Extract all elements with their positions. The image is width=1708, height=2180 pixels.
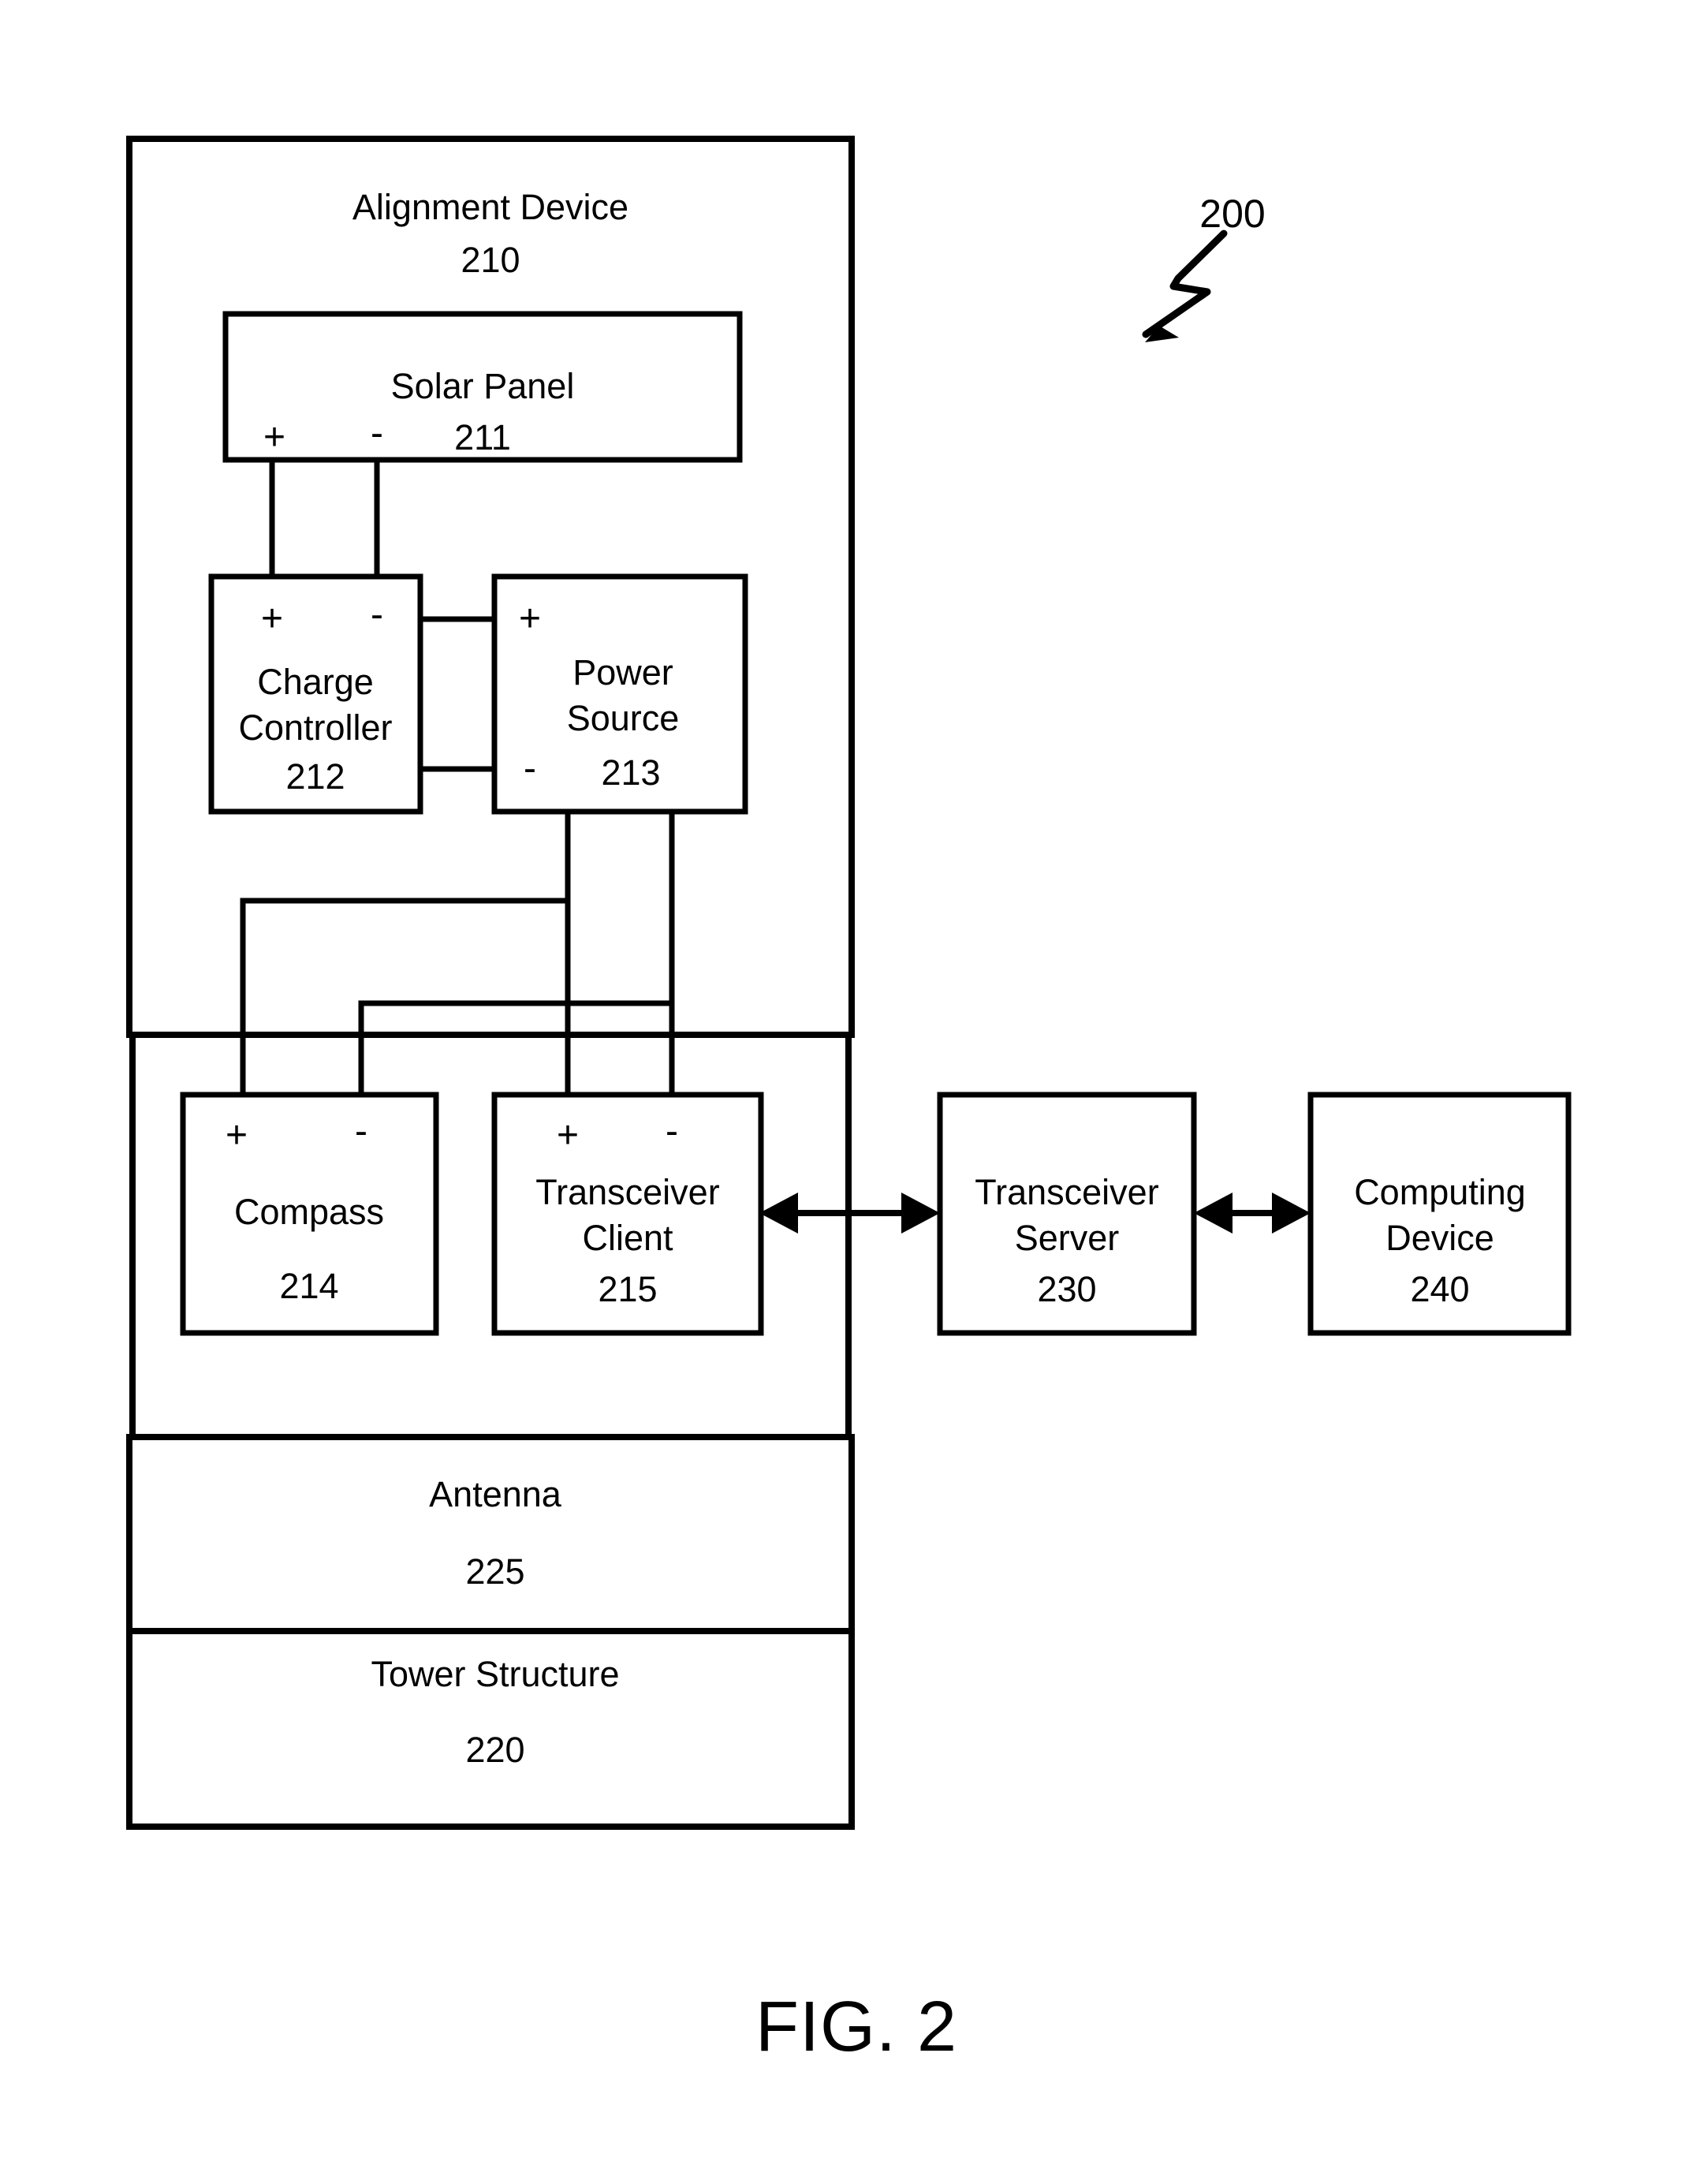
power-source-label-line2: Source	[567, 698, 680, 738]
compass-number: 214	[279, 1266, 338, 1306]
solar-panel-minus-terminal: -	[371, 412, 383, 454]
solar-panel-plus-terminal: +	[263, 416, 285, 458]
computing-device-label-line1: Computing	[1354, 1172, 1526, 1212]
figure-2-block-diagram: Alignment Device 210 Solar Panel + - 211…	[0, 0, 1708, 2180]
solar-panel-number: 211	[454, 417, 511, 457]
transceiver-server-number: 230	[1037, 1269, 1096, 1309]
power-source-number: 213	[601, 752, 660, 793]
transceiver-client-label-line1: Transceiver	[535, 1172, 719, 1212]
computing-device-label-line2: Device	[1385, 1218, 1494, 1258]
figure-reference-label: 200	[1199, 192, 1265, 236]
arrow-head-right-computing	[1272, 1193, 1311, 1234]
computing-device-number: 240	[1410, 1269, 1469, 1309]
link-server-to-computing-device	[1194, 1193, 1311, 1234]
tower-structure-label: Tower Structure	[371, 1654, 619, 1694]
transceiver-server-label-line2: Server	[1015, 1218, 1120, 1258]
charge-controller-number: 212	[285, 756, 345, 797]
power-source-minus-terminal: -	[524, 748, 536, 790]
antenna-label: Antenna	[429, 1474, 562, 1514]
reference-leader-zigzag	[1142, 230, 1228, 342]
transceiver-client-label-line2: Client	[582, 1218, 673, 1258]
arrow-head-left-client	[759, 1193, 798, 1234]
charge-controller-minus-terminal: -	[371, 594, 383, 636]
compass-minus-terminal: -	[355, 1111, 367, 1152]
alignment-device-number: 210	[461, 240, 520, 280]
charge-controller-label-line2: Controller	[238, 707, 392, 748]
antenna-section-box	[126, 1434, 855, 1634]
transceiver-server-label-line1: Transceiver	[975, 1172, 1158, 1212]
wire-power-minus-to-compass	[358, 1000, 672, 1095]
power-source-label-line1: Power	[572, 652, 673, 692]
compass-label: Compass	[234, 1192, 384, 1232]
transceiver-client-plus-terminal: +	[557, 1114, 579, 1156]
wire-power-plus-to-compass	[240, 898, 568, 1095]
compass-plus-terminal: +	[226, 1114, 248, 1156]
arrow-head-left-server	[1194, 1193, 1233, 1234]
diagram-canvas: Alignment Device 210 Solar Panel + - 211…	[126, 136, 1572, 2066]
charge-controller-label-line1: Charge	[257, 662, 374, 702]
charge-controller-plus-terminal: +	[261, 598, 283, 640]
solar-panel-label: Solar Panel	[391, 366, 575, 406]
figure-caption: FIG. 2	[755, 1988, 957, 2066]
alignment-device-title: Alignment Device	[352, 187, 628, 227]
transceiver-client-minus-terminal: -	[666, 1111, 678, 1152]
arrow-head-right-server	[901, 1193, 940, 1234]
antenna-number: 225	[465, 1551, 524, 1592]
power-source-plus-terminal: +	[519, 598, 541, 640]
transceiver-client-number: 215	[598, 1269, 657, 1309]
tower-structure-number: 220	[465, 1730, 524, 1770]
